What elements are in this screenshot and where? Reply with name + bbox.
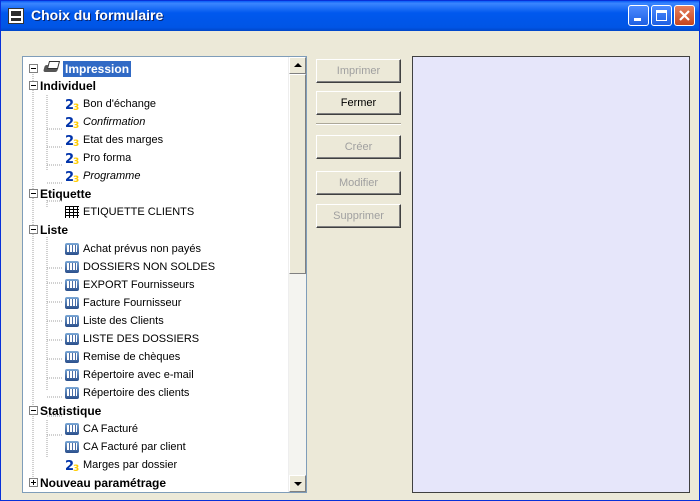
tree-item-achat-prevus[interactable]: Achat prévus non payés [83, 241, 201, 257]
label-grid-icon [65, 206, 79, 218]
tree-item-marges-par-dossier[interactable]: Marges par dossier [83, 457, 177, 473]
report-table-icon [65, 261, 79, 273]
report-table-icon [65, 423, 79, 435]
tree-item-ca-facture[interactable]: CA Facturé [83, 421, 138, 437]
svg-text:3: 3 [73, 157, 79, 166]
scroll-down-button[interactable] [289, 475, 306, 492]
maximize-button[interactable] [651, 5, 672, 26]
svg-text:3: 3 [73, 464, 79, 473]
tree-item-pro-forma[interactable]: Pro forma [83, 150, 131, 166]
app-icon [8, 8, 24, 24]
create-button[interactable]: Créer [316, 135, 401, 159]
report-table-icon [65, 369, 79, 381]
expand-toggle-nouveau[interactable] [29, 478, 38, 487]
minimize-icon [634, 18, 641, 21]
svg-text:3: 3 [73, 175, 79, 184]
report-23-icon: 23 [65, 98, 79, 112]
tree-item-remise-de-cheques[interactable]: Remise de chèques [83, 349, 180, 365]
collapse-toggle-root[interactable] [29, 64, 38, 73]
collapse-toggle-liste[interactable] [29, 225, 38, 234]
report-table-icon [65, 243, 79, 255]
report-table-icon [65, 315, 79, 327]
collapse-toggle-statistique[interactable] [29, 406, 38, 415]
report-table-icon [65, 297, 79, 309]
minimize-button[interactable] [628, 5, 649, 26]
tree-item-liste-des-clients[interactable]: Liste des Clients [83, 313, 164, 329]
tree-node-statistique[interactable]: Statistique [40, 403, 101, 419]
tree-item-repertoire-email[interactable]: Répertoire avec e-mail [83, 367, 194, 383]
report-23-icon: 23 [65, 116, 79, 130]
tree-node-individuel[interactable]: Individuel [40, 78, 96, 94]
tree-node-impression[interactable]: Impression [63, 61, 132, 77]
svg-text:3: 3 [73, 103, 79, 112]
tree-item-export-fournisseurs[interactable]: EXPORT Fournisseurs [83, 277, 194, 293]
collapse-toggle-individuel[interactable] [29, 81, 38, 90]
window-title: Choix du formulaire [31, 7, 164, 23]
tree-item-etat-des-marges[interactable]: Etat des marges [83, 132, 163, 148]
report-table-icon [65, 333, 79, 345]
close-button[interactable] [674, 5, 695, 26]
tree-scrollbar[interactable] [288, 57, 306, 492]
tree-item-facture-fournisseur[interactable]: Facture Fournisseur [83, 295, 181, 311]
tree-item-ca-facture-client[interactable]: CA Facturé par client [83, 439, 186, 455]
form-tree[interactable]: Impression Individuel 23 Bon d'échange 2… [22, 56, 307, 493]
print-button[interactable]: Imprimer [316, 59, 401, 83]
report-table-icon [65, 351, 79, 363]
tree-node-etiquette[interactable]: Etiquette [40, 186, 91, 202]
close-icon [679, 10, 690, 21]
tree-item-liste-des-dossiers[interactable]: LISTE DES DOSSIERS [83, 331, 199, 347]
collapse-toggle-etiquette[interactable] [29, 189, 38, 198]
maximize-icon [656, 10, 667, 21]
report-table-icon [65, 441, 79, 453]
button-separator [316, 123, 401, 125]
scroll-thumb[interactable] [289, 74, 306, 274]
printer-icon [42, 60, 60, 74]
tree-item-programme[interactable]: Programme [83, 168, 140, 184]
report-23-icon: 23 [65, 170, 79, 184]
tree-item-etiquette-clients[interactable]: ETIQUETTE CLIENTS [83, 204, 194, 220]
form-chooser-window: Choix du formulaire Impression Individue… [0, 0, 700, 501]
tree-node-liste[interactable]: Liste [40, 222, 68, 238]
close-form-button[interactable]: Fermer [316, 91, 401, 115]
svg-text:3: 3 [73, 121, 79, 130]
tree-item-dossiers-non-soldes[interactable]: DOSSIERS NON SOLDES [83, 259, 215, 275]
report-23-icon: 23 [65, 134, 79, 148]
tree-item-bon-echange[interactable]: Bon d'échange [83, 96, 156, 112]
tree-item-confirmation[interactable]: Confirmation [83, 114, 145, 130]
delete-button[interactable]: Supprimer [316, 204, 401, 228]
report-table-icon [65, 279, 79, 291]
tree-lines [32, 70, 63, 482]
preview-pane [412, 56, 690, 493]
svg-text:3: 3 [73, 139, 79, 148]
title-bar[interactable]: Choix du formulaire [1, 1, 699, 31]
modify-button[interactable]: Modifier [316, 171, 401, 195]
report-table-icon [65, 387, 79, 399]
tree-item-repertoire-clients[interactable]: Répertoire des clients [83, 385, 189, 401]
tree-node-nouveau-parametrage[interactable]: Nouveau paramétrage [40, 475, 166, 491]
report-23-icon: 23 [65, 152, 79, 166]
report-23-icon: 23 [65, 459, 79, 473]
scroll-up-button[interactable] [289, 57, 306, 74]
